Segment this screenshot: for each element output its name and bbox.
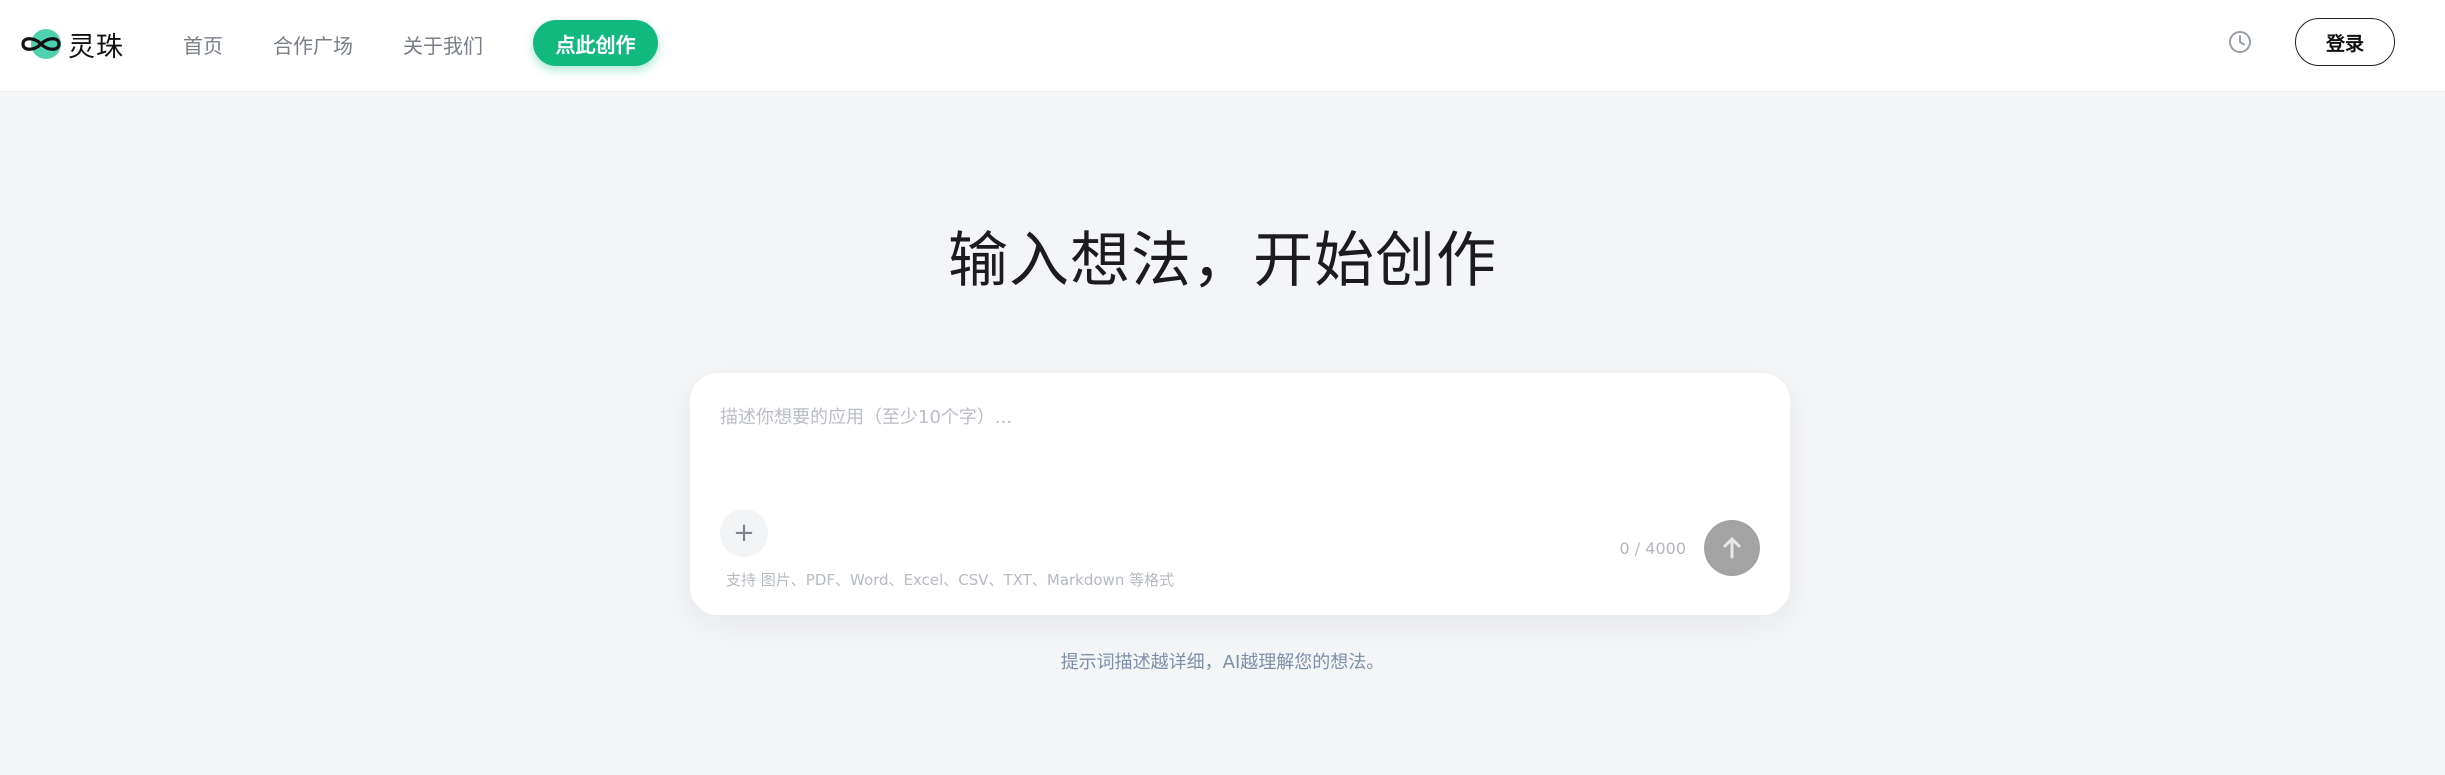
page: 灵珠 首页 合作广场 关于我们 点此创作 登录 输入想法，开始创作 + 支持 图… xyxy=(0,0,2445,775)
clock-icon[interactable] xyxy=(2226,28,2254,56)
prompt-composer: + 支持 图片、PDF、Word、Excel、CSV、TXT、Markdown … xyxy=(690,373,1790,615)
infinity-logo-icon xyxy=(20,23,62,65)
prompt-hint: 提示词描述越详细，AI越理解您的想法。 xyxy=(1060,652,1385,673)
nav-about-us[interactable]: 关于我们 xyxy=(403,30,483,59)
plus-icon[interactable]: + xyxy=(720,509,768,557)
logo[interactable]: 灵珠 xyxy=(20,22,124,66)
supported-formats-note: 支持 图片、PDF、Word、Excel、CSV、TXT、Markdown 等格… xyxy=(726,571,1175,589)
nav-partner-square[interactable]: 合作广场 xyxy=(273,30,353,59)
prompt-input[interactable] xyxy=(720,403,1760,463)
main-nav: 首页 合作广场 关于我们 xyxy=(183,26,533,62)
logo-text: 灵珠 xyxy=(68,31,124,63)
create-button[interactable]: 点此创作 xyxy=(533,20,658,66)
char-counter: 0 / 4000 xyxy=(1619,539,1686,558)
send-button[interactable] xyxy=(1704,520,1760,576)
nav-home[interactable]: 首页 xyxy=(183,30,223,59)
login-button[interactable]: 登录 xyxy=(2295,18,2395,66)
hero-title: 输入想法，开始创作 xyxy=(948,226,1497,296)
top-nav-bar: 灵珠 首页 合作广场 关于我们 点此创作 登录 xyxy=(0,0,2445,92)
arrow-up-icon xyxy=(1704,537,1760,579)
